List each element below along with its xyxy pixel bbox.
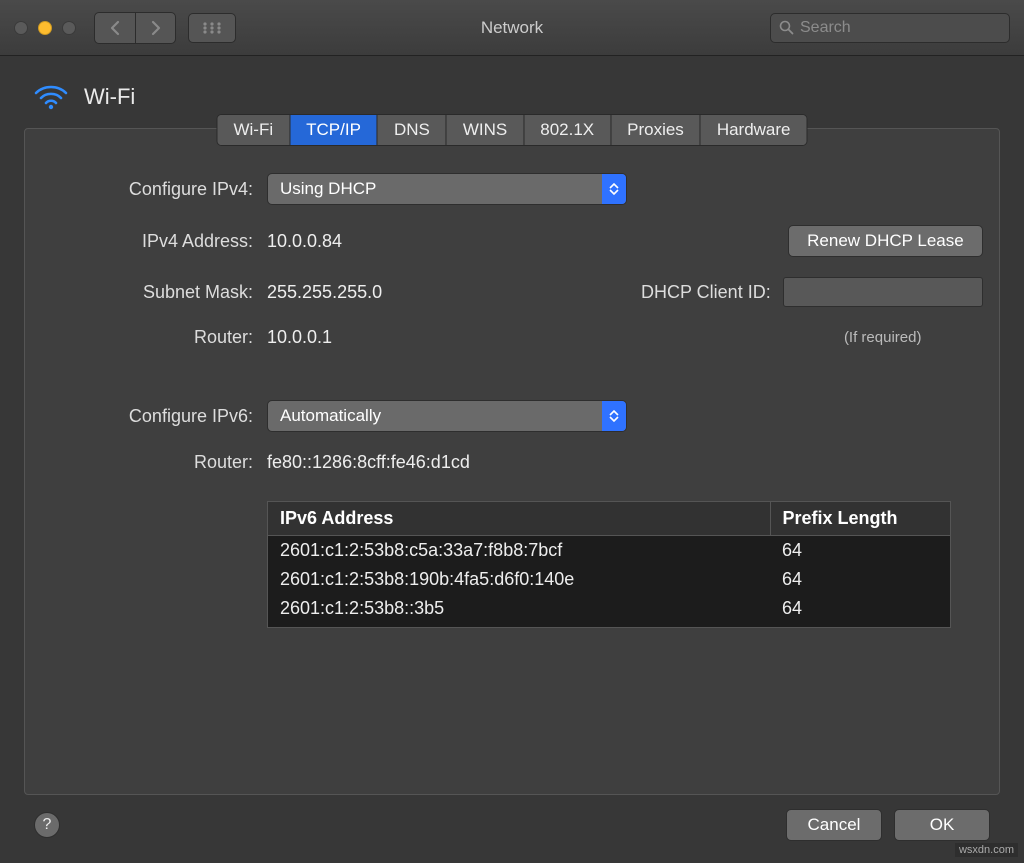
ipv6-table-header-address: IPv6 Address [268, 502, 770, 536]
wifi-icon [34, 84, 68, 110]
tab-proxies[interactable]: Proxies [610, 115, 700, 145]
prefix-length-cell: 64 [770, 594, 950, 627]
zoom-window-button[interactable] [62, 21, 76, 35]
configure-ipv6-select[interactable]: Automatically [267, 400, 627, 432]
nav-back-forward [94, 12, 176, 44]
ok-button[interactable]: OK [894, 809, 990, 841]
ipv6-address-cell: 2601:c1:2:53b8:190b:4fa5:d6f0:140e [268, 565, 770, 594]
if-required-note: (If required) [783, 329, 983, 346]
configure-ipv6-label: Configure IPv6: [73, 406, 253, 427]
settings-panel: Wi-FiTCP/IPDNSWINS802.1XProxiesHardware … [24, 128, 1000, 795]
cancel-button[interactable]: Cancel [786, 809, 882, 841]
ipv6-table-header-prefix: Prefix Length [770, 502, 950, 536]
tab-dns[interactable]: DNS [377, 115, 446, 145]
tab-bar: Wi-FiTCP/IPDNSWINS802.1XProxiesHardware [216, 114, 807, 146]
ipv4-router-label: Router: [73, 327, 253, 348]
ipv6-address-cell: 2601:c1:2:53b8::3b5 [268, 594, 770, 627]
tab-wins[interactable]: WINS [446, 115, 523, 145]
show-all-prefs-button[interactable] [188, 13, 236, 43]
ipv4-address-label: IPv4 Address: [73, 231, 253, 252]
minimize-window-button[interactable] [38, 21, 52, 35]
ipv6-router-label: Router: [73, 452, 253, 473]
select-arrows-icon [602, 174, 626, 204]
table-row[interactable]: 2601:c1:2:53b8::3b564 [268, 594, 950, 627]
tab-tcp-ip[interactable]: TCP/IP [289, 115, 377, 145]
tab-hardware[interactable]: Hardware [700, 115, 807, 145]
select-arrows-icon [602, 401, 626, 431]
heading-title: Wi-Fi [84, 84, 135, 110]
ipv4-address-value: 10.0.0.84 [267, 231, 627, 252]
window-controls [14, 21, 76, 35]
subnet-mask-value: 255.255.255.0 [267, 282, 627, 303]
renew-dhcp-lease-button[interactable]: Renew DHCP Lease [788, 225, 983, 257]
prefix-length-cell: 64 [770, 565, 950, 594]
configure-ipv4-label: Configure IPv4: [73, 179, 253, 200]
close-window-button[interactable] [14, 21, 28, 35]
ipv6-address-table: IPv6 Address Prefix Length 2601:c1:2:53b… [267, 501, 951, 628]
help-button[interactable]: ? [34, 812, 60, 838]
configure-ipv6-value: Automatically [280, 406, 381, 426]
search-field-wrap[interactable] [770, 13, 1010, 43]
search-icon [779, 20, 794, 35]
back-button[interactable] [95, 13, 135, 43]
table-row[interactable]: 2601:c1:2:53b8:190b:4fa5:d6f0:140e64 [268, 565, 950, 594]
tab-wi-fi[interactable]: Wi-Fi [217, 115, 289, 145]
configure-ipv4-value: Using DHCP [280, 179, 376, 199]
dhcp-client-id-label: DHCP Client ID: [641, 282, 771, 303]
subnet-mask-label: Subnet Mask: [73, 282, 253, 303]
forward-button[interactable] [135, 13, 175, 43]
watermark: wsxdn.com [955, 843, 1018, 857]
ipv6-router-value: fe80::1286:8cff:fe46:d1cd [267, 452, 983, 473]
dhcp-client-id-input[interactable] [783, 277, 983, 307]
titlebar: Network [0, 0, 1024, 56]
search-input[interactable] [800, 19, 1001, 37]
table-row[interactable]: 2601:c1:2:53b8:c5a:33a7:f8b8:7bcf64 [268, 536, 950, 566]
tab-802-1x[interactable]: 802.1X [523, 115, 610, 145]
ipv6-address-cell: 2601:c1:2:53b8:c5a:33a7:f8b8:7bcf [268, 536, 770, 566]
configure-ipv4-select[interactable]: Using DHCP [267, 173, 627, 205]
prefix-length-cell: 64 [770, 536, 950, 566]
ipv4-router-value: 10.0.0.1 [267, 327, 627, 348]
